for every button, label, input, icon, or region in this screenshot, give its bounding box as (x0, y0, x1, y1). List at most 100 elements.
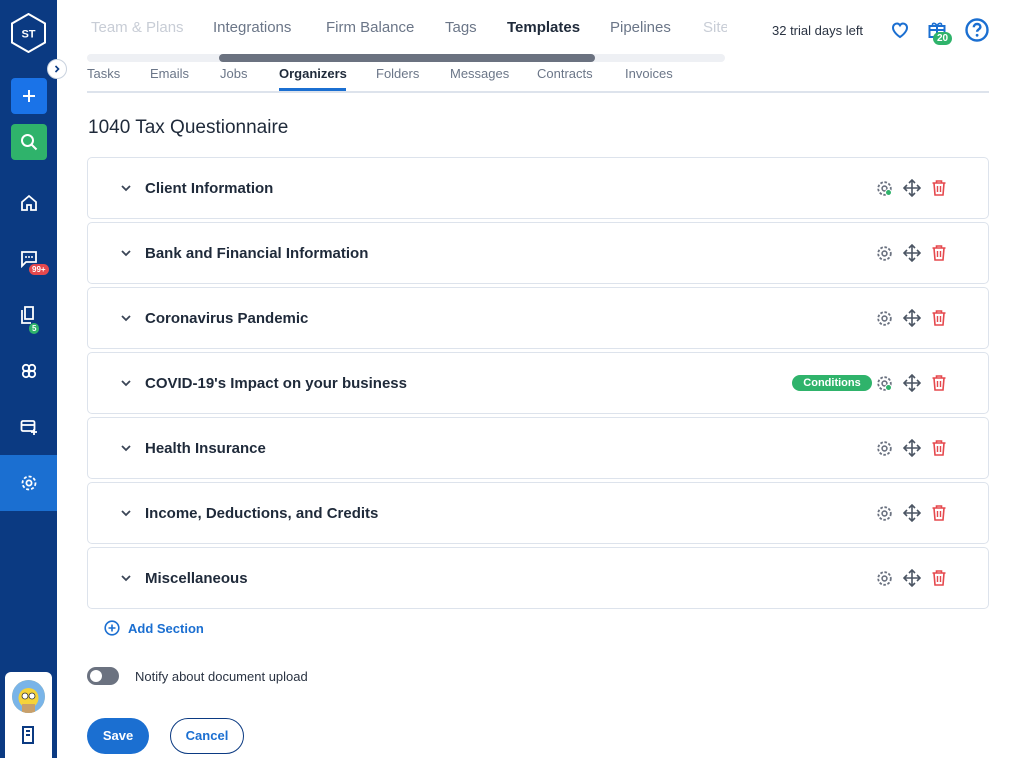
subtab-organizers[interactable]: Organizers (279, 66, 347, 81)
settings-icon (21, 475, 36, 491)
section-title: Bank and Financial Information (145, 245, 369, 262)
heart-icon[interactable] (890, 20, 910, 45)
nav-settings[interactable] (0, 455, 57, 511)
move-icon[interactable] (903, 569, 921, 587)
section-title: Coronavirus Pandemic (145, 310, 309, 327)
avatar[interactable] (12, 680, 45, 713)
tab-tags[interactable]: Tags (445, 19, 477, 36)
contacts-icon (21, 363, 36, 379)
trash-icon[interactable] (931, 309, 947, 327)
move-icon[interactable] (903, 504, 921, 522)
subtab-emails[interactable]: Emails (150, 66, 189, 81)
section-settings-button[interactable] (876, 505, 894, 523)
subtab-folders[interactable]: Folders (376, 66, 419, 81)
sub-tab-bar: Tasks Emails Jobs Organizers Folders Mes… (87, 62, 989, 93)
notify-toggle[interactable] (87, 667, 119, 685)
gear-icon (877, 441, 892, 456)
section-settings-button[interactable] (876, 245, 894, 263)
chevron-down-icon[interactable] (120, 312, 132, 324)
chevron-down-icon[interactable] (120, 377, 132, 389)
search-button[interactable] (11, 124, 47, 160)
section-row[interactable]: Coronavirus Pandemic (87, 287, 989, 349)
gear-icon (877, 181, 892, 196)
search-icon (21, 134, 38, 151)
section-settings-button[interactable] (876, 375, 894, 393)
chevron-down-icon[interactable] (120, 182, 132, 194)
nav-messages[interactable]: 99+ (0, 231, 57, 287)
section-title: Income, Deductions, and Credits (145, 505, 379, 522)
section-settings-button[interactable] (876, 440, 894, 458)
move-icon[interactable] (903, 179, 921, 197)
help-icon[interactable] (965, 18, 989, 47)
trash-icon[interactable] (931, 179, 947, 197)
active-tab-indicator (279, 88, 346, 91)
subtab-contracts[interactable]: Contracts (537, 66, 593, 81)
logo-text: ST (21, 29, 35, 41)
section-title: Health Insurance (145, 440, 266, 457)
trial-days-text: 32 trial days left (772, 23, 864, 38)
tab-site[interactable]: Site (703, 19, 727, 36)
subtab-tasks[interactable]: Tasks (87, 66, 120, 81)
tab-pipelines[interactable]: Pipelines (610, 19, 671, 36)
plus-circle-icon (104, 620, 120, 636)
tab-templates[interactable]: Templates (507, 19, 580, 36)
trash-icon[interactable] (931, 374, 947, 392)
section-title: COVID-19's Impact on your business (145, 375, 407, 392)
sidebar-toggle-button[interactable] (47, 59, 67, 79)
trash-icon[interactable] (931, 439, 947, 457)
knowledge-icon[interactable] (20, 726, 36, 749)
nav-billing[interactable] (0, 399, 57, 455)
tab-scrollbar-thumb[interactable] (219, 54, 595, 62)
trash-icon[interactable] (931, 244, 947, 262)
section-title: Miscellaneous (145, 570, 248, 587)
nav-documents[interactable]: 5 (0, 287, 57, 343)
section-settings-button[interactable] (876, 180, 894, 198)
section-settings-button[interactable] (876, 570, 894, 588)
notify-label: Notify about document upload (135, 669, 308, 684)
active-indicator-dot (885, 384, 892, 391)
active-indicator-dot (885, 189, 892, 196)
gear-icon (877, 506, 892, 521)
tab-team-plans[interactable]: Team & Plans (91, 19, 184, 36)
nav-contacts[interactable] (0, 343, 57, 399)
logo-icon[interactable]: ST (10, 12, 47, 54)
chevron-down-icon[interactable] (120, 247, 132, 259)
cancel-button[interactable]: Cancel (170, 718, 244, 754)
subtab-messages[interactable]: Messages (450, 66, 509, 81)
move-icon[interactable] (903, 374, 921, 392)
save-button[interactable]: Save (87, 718, 149, 754)
nav-home[interactable] (0, 175, 57, 231)
section-row[interactable]: Health Insurance (87, 417, 989, 479)
tab-scrollbar[interactable] (87, 54, 725, 62)
move-icon[interactable] (903, 439, 921, 457)
section-row[interactable]: Income, Deductions, and Credits (87, 482, 989, 544)
messages-badge: 99+ (29, 264, 49, 275)
section-row[interactable]: Miscellaneous (87, 547, 989, 609)
tab-firm-balance[interactable]: Firm Balance (326, 19, 414, 36)
section-row[interactable]: Client Information (87, 157, 989, 219)
subtab-jobs[interactable]: Jobs (220, 66, 247, 81)
trash-icon[interactable] (931, 569, 947, 587)
gear-icon (877, 311, 892, 326)
subtab-invoices[interactable]: Invoices (625, 66, 673, 81)
add-section-button[interactable]: Add Section (104, 620, 204, 636)
conditions-badge[interactable]: Conditions (792, 375, 872, 391)
move-icon[interactable] (903, 309, 921, 327)
section-row[interactable]: COVID-19's Impact on your business Condit… (87, 352, 989, 414)
section-settings-button[interactable] (876, 310, 894, 328)
billing-icon (20, 420, 37, 435)
gift-count-badge: 20 (933, 32, 953, 45)
tab-integrations[interactable]: Integrations (213, 19, 291, 36)
move-icon[interactable] (903, 244, 921, 262)
toggle-knob (90, 670, 102, 682)
chevron-down-icon[interactable] (120, 507, 132, 519)
profile-area (5, 672, 52, 758)
add-button[interactable] (11, 78, 47, 114)
trash-icon[interactable] (931, 504, 947, 522)
plus-icon (23, 90, 35, 102)
section-title: Client Information (145, 180, 274, 197)
gear-icon (877, 571, 892, 586)
chevron-down-icon[interactable] (120, 572, 132, 584)
section-row[interactable]: Bank and Financial Information (87, 222, 989, 284)
chevron-down-icon[interactable] (120, 442, 132, 454)
